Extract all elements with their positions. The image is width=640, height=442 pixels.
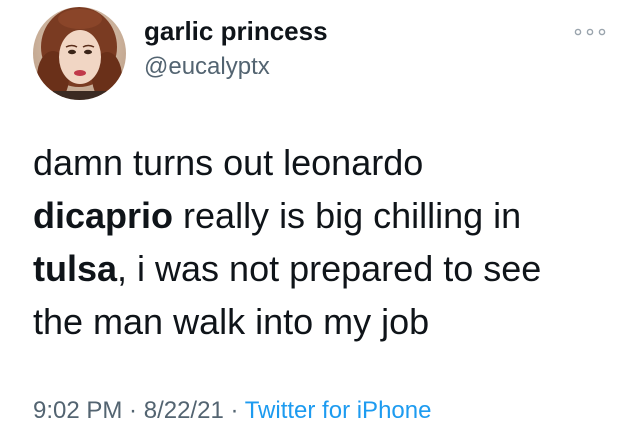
more-options-button[interactable] [572, 20, 608, 44]
user-handle[interactable]: @eucalyptx [144, 53, 270, 81]
tweet-text-line-2: really is big chilling in [173, 195, 522, 236]
tweet-text-line-3: , i was not prepared to see [117, 248, 542, 289]
more-dots-icon [574, 28, 606, 36]
tweet-text-line-4: the man walk into my job [33, 301, 430, 342]
avatar[interactable] [33, 7, 126, 100]
meta-separator: · [223, 397, 245, 424]
mention-dicaprio: dicaprio [33, 195, 174, 236]
meta-separator: · [122, 397, 144, 424]
tweet: garlic princess @eucalyptx damn turns ou… [0, 0, 640, 442]
avatar-photo-icon [33, 7, 126, 100]
tweet-meta: 9:02 PM · 8/22/21 · Twitter for iPhone [33, 397, 431, 425]
display-name[interactable]: garlic princess [144, 16, 328, 47]
tweet-source-link[interactable]: Twitter for iPhone [245, 397, 432, 424]
tweet-time[interactable]: 9:02 PM [33, 397, 122, 424]
tweet-text-line-1: damn turns out leonardo [33, 142, 424, 183]
tweet-text: damn turns out leonardo dicaprio really … [33, 136, 623, 348]
mention-tulsa: tulsa [33, 248, 118, 289]
tweet-date[interactable]: 8/22/21 [144, 397, 224, 424]
